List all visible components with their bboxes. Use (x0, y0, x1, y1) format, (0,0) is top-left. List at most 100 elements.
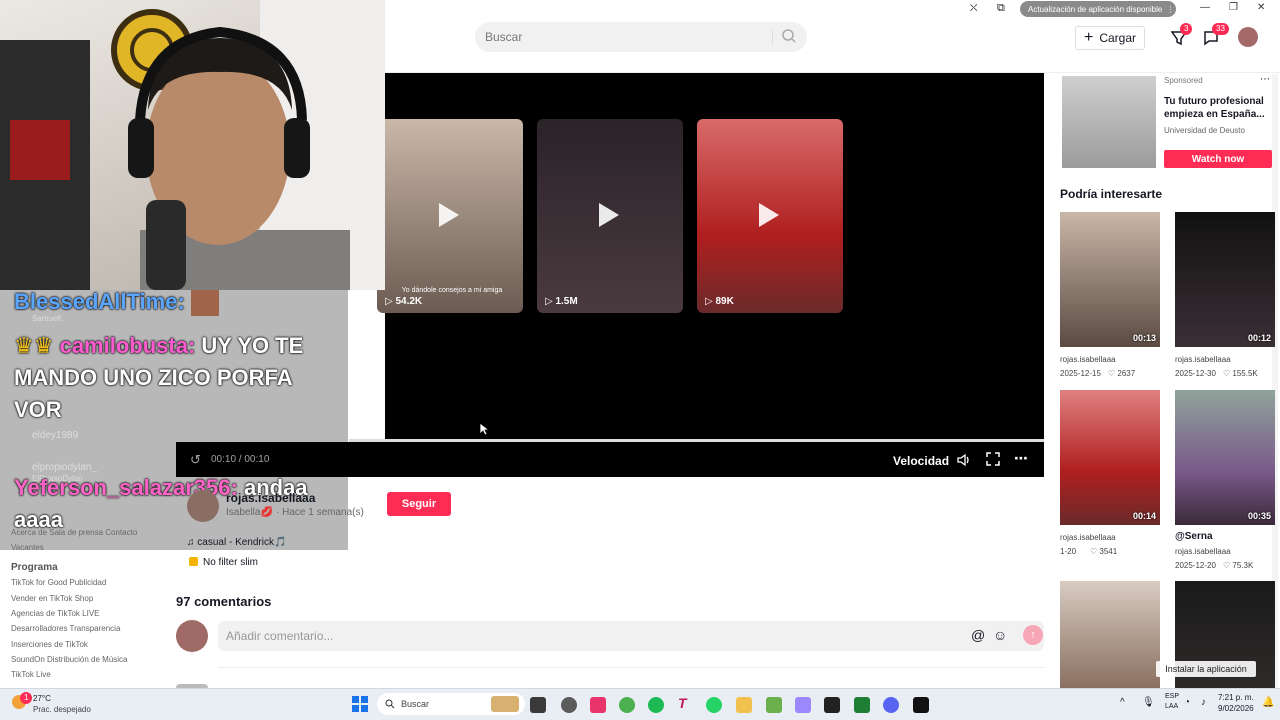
play-icon (759, 203, 779, 227)
taskbar-search[interactable]: Buscar (377, 693, 525, 715)
language-indicator[interactable]: ESP (1165, 693, 1179, 700)
recommended-video-5[interactable] (1060, 581, 1160, 688)
effect-link[interactable]: No filter slim (203, 557, 258, 568)
excel-icon[interactable] (854, 697, 870, 713)
send-comment-button[interactable]: ↑ (1023, 625, 1043, 645)
view-count-text: 89K (715, 296, 734, 307)
taskbar-search-label: Buscar (401, 699, 430, 709)
effect-icon (189, 557, 198, 566)
translate-icon[interactable]: ⛌ (970, 3, 977, 14)
chevron-up-icon[interactable]: ^ (1120, 697, 1125, 708)
view-count: ▷ 54.2K (385, 296, 423, 307)
speed-button[interactable]: Velocidad (893, 454, 949, 468)
fullscreen-icon[interactable] (986, 452, 1000, 466)
footer-program-title[interactable]: Programa (11, 562, 58, 573)
notifications-icon[interactable]: 🔔 (1262, 697, 1274, 708)
tiktok-studio-icon[interactable] (590, 697, 606, 713)
recommended-video-3[interactable]: 00:14 (1060, 390, 1160, 525)
network-icon[interactable]: ◔ (1184, 697, 1190, 708)
footer-item[interactable]: Inserciones de TikTok (11, 640, 88, 649)
discord-icon[interactable] (883, 697, 899, 713)
upload-button[interactable]: + Cargar (1075, 26, 1145, 50)
tiktok-icon[interactable] (913, 697, 929, 713)
play-icon (599, 203, 619, 227)
chrome-icon[interactable] (619, 697, 635, 713)
profile-avatar[interactable] (1238, 27, 1258, 47)
video-likes: ♡ 155.5K (1223, 369, 1258, 378)
clock-time[interactable]: 7:21 p. m. (1218, 693, 1254, 702)
follow-label: Seguir (401, 498, 437, 510)
watch-now-button[interactable]: Watch now (1164, 150, 1272, 168)
language-indicator-sub[interactable]: LAA (1165, 703, 1178, 710)
video-author[interactable]: rojas.isabellaaa (1175, 547, 1231, 556)
footer-item[interactable]: SoundOn Distribución de Música (11, 655, 128, 664)
chat-username: BlessedAllTime: (14, 289, 185, 314)
video-author[interactable]: rojas.isabellaaa (1060, 533, 1116, 542)
recommended-video-2[interactable]: 00:12 (1175, 212, 1275, 347)
music-link[interactable]: ♫ casual - Kendrick🎵 (187, 537, 286, 548)
video-likes: ♡ 75.3K (1223, 561, 1254, 570)
whatsapp-icon[interactable] (706, 697, 722, 713)
ad-title[interactable]: Tu futuro profesional empieza en España.… (1164, 95, 1274, 121)
author-avatar[interactable] (187, 490, 219, 522)
task-view-icon[interactable] (530, 697, 546, 713)
mention-icon[interactable]: @ (971, 627, 985, 643)
footer-item[interactable]: Desarrolladores Transparencia (11, 624, 120, 633)
windows-start-icon[interactable] (352, 696, 368, 712)
comment-input[interactable]: Añadir comentario... (218, 621, 1044, 651)
obs-icon[interactable] (561, 697, 577, 713)
file-explorer-icon[interactable] (736, 697, 752, 713)
emoji-icon[interactable]: ☺ (993, 627, 1007, 643)
footer-links[interactable]: Acerca de Sala de prensa Contacto (11, 528, 137, 537)
likes-count: 155.5K (1232, 369, 1258, 378)
likes-count: 3541 (1099, 547, 1118, 556)
restore-icon[interactable]: ❐ (1229, 2, 1238, 13)
ad-more-icon[interactable]: ⋯ (1260, 74, 1270, 85)
footer-item[interactable]: Agencias de TikTok LIVE (11, 609, 100, 618)
windows-taskbar (0, 688, 1280, 720)
video-date: 2025-12-15 (1060, 369, 1101, 378)
video-likes: ♡ 2637 (1108, 369, 1136, 378)
footer-item[interactable]: Vender en TikTok Shop (11, 594, 93, 603)
volume-icon[interactable] (956, 452, 972, 468)
video-author[interactable]: rojas.isabellaaa (1060, 355, 1116, 364)
recommended-video-4[interactable]: 00:35 (1175, 390, 1275, 525)
search-input[interactable]: Buscar (475, 22, 807, 52)
more-options-icon[interactable]: ⋯ (1014, 450, 1028, 467)
spotify-icon[interactable] (648, 697, 664, 713)
footer-item[interactable]: TikTok for Good Publicidad (11, 578, 106, 587)
update-available-pill[interactable]: Actualización de aplicación disponible ⋮ (1020, 1, 1176, 17)
related-video-thumb-3[interactable]: ▷ 89K (697, 119, 843, 313)
related-video-thumb-1[interactable]: Yo dándole consejos a mi amiga ▷ 54.2K (377, 119, 523, 313)
minimize-icon[interactable]: — (1200, 2, 1210, 13)
ad-image[interactable] (1062, 76, 1156, 168)
clock-date[interactable]: 9/02/2026 (1218, 704, 1254, 713)
microphone-icon[interactable]: 🎙 (1142, 697, 1155, 708)
search-icon[interactable] (781, 28, 797, 44)
progress-bar[interactable] (349, 439, 1044, 442)
video-likes: ♡ 3541 (1090, 547, 1118, 556)
xbox-icon[interactable] (766, 697, 782, 713)
webcam-overlay (0, 0, 385, 290)
video-duration: 00:13 (1132, 333, 1156, 343)
footer-item[interactable]: TikTok Live (11, 670, 51, 679)
follow-button[interactable]: Seguir (387, 492, 451, 516)
extensions-icon[interactable]: ⧉ (997, 2, 1005, 15)
install-app-button[interactable]: Instalar la aplicación (1156, 661, 1256, 677)
app-icon[interactable] (824, 697, 840, 713)
recommend-title: Podría interesarte (1060, 187, 1163, 201)
video-author[interactable]: rojas.isabellaaa (1175, 355, 1231, 364)
plus-icon: + (1083, 29, 1094, 46)
related-video-thumb-2[interactable]: ▷ 1.5M (537, 119, 683, 313)
close-icon[interactable]: ✕ (1257, 2, 1265, 13)
volume-tray-icon[interactable]: ♪ (1201, 697, 1206, 708)
video-duration: 00:12 (1247, 333, 1271, 343)
recommended-video-1[interactable]: 00:13 (1060, 212, 1160, 347)
footer-vacantes[interactable]: Vacantes (11, 543, 44, 552)
post-time: · Hace 1 semana(s) (276, 507, 364, 518)
app-icon[interactable] (795, 697, 811, 713)
video-title[interactable]: @Serna (1175, 531, 1213, 542)
author-name[interactable]: rojas.isabellaaa (226, 491, 315, 505)
typing-app-icon[interactable]: T (678, 695, 687, 711)
streamer-webcam-image (0, 0, 385, 290)
